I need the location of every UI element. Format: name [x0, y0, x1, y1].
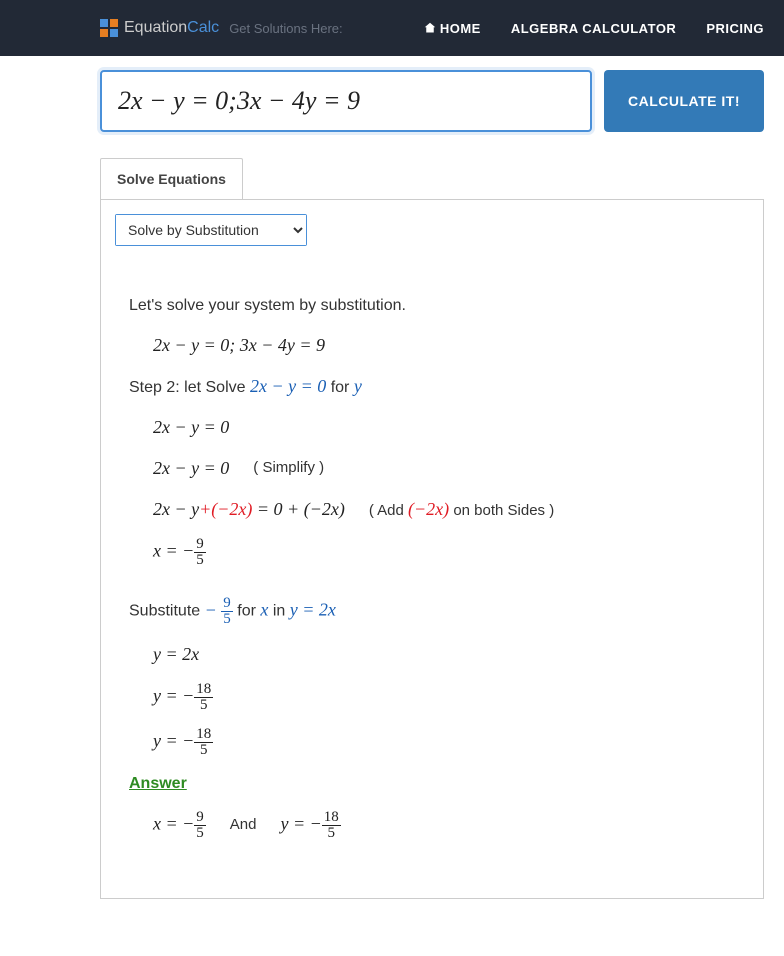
top-nav: EquationCalc Get Solutions Here: HOME AL… — [0, 0, 784, 56]
tagline: Get Solutions Here: — [229, 21, 342, 36]
method-select-wrap: Solve by Substitution — [115, 214, 307, 246]
step2-line2: 2x − y = 0 ( Simplify ) — [153, 455, 735, 482]
step2-line1: 2x − y = 0 — [153, 414, 735, 441]
substitute-line: Substitute − 95 for x in y = 2x — [129, 596, 735, 627]
main-container: CALCULATE IT! Solve Equations Solve by S… — [0, 56, 784, 939]
method-select[interactable]: Solve by Substitution — [116, 215, 306, 245]
intro-text: Let's solve your system by substitution. — [129, 294, 735, 318]
answer-label: Answer — [129, 772, 735, 796]
home-icon — [424, 22, 436, 34]
sub-line1: y = 2x — [153, 641, 735, 668]
equation-input[interactable] — [100, 70, 592, 132]
system-equations: 2x − y = 0; 3x − 4y = 9 — [153, 332, 735, 359]
sub-line2: y = −185 — [153, 682, 735, 713]
logo[interactable]: EquationCalc Get Solutions Here: — [100, 19, 343, 37]
answer-values: x = −95 And y = −185 — [153, 810, 735, 841]
solution-panel: Solve by Substitution Let's solve your s… — [100, 199, 764, 899]
step2: Step 2: let Solve 2x − y = 0 for y — [129, 373, 735, 400]
step2-line3: 2x − y+(−2x) = 0 + (−2x) ( Add (−2x) on … — [153, 496, 735, 523]
nav-algebra[interactable]: ALGEBRA CALCULATOR — [511, 21, 676, 36]
nav-links: HOME ALGEBRA CALCULATOR PRICING — [424, 21, 764, 36]
nav-pricing[interactable]: PRICING — [706, 21, 764, 36]
input-row: CALCULATE IT! — [100, 70, 764, 132]
logo-icon — [100, 19, 118, 37]
tabs: Solve Equations — [100, 158, 764, 199]
solution-body: Let's solve your system by substitution.… — [115, 246, 749, 865]
step2-line4: x = −95 — [153, 537, 735, 568]
logo-text: EquationCalc — [124, 19, 219, 37]
nav-home[interactable]: HOME — [424, 21, 481, 36]
sub-line3: y = −185 — [153, 727, 735, 758]
tab-solve-equations[interactable]: Solve Equations — [100, 158, 243, 199]
nav-home-label: HOME — [440, 21, 481, 36]
calculate-button[interactable]: CALCULATE IT! — [604, 70, 764, 132]
